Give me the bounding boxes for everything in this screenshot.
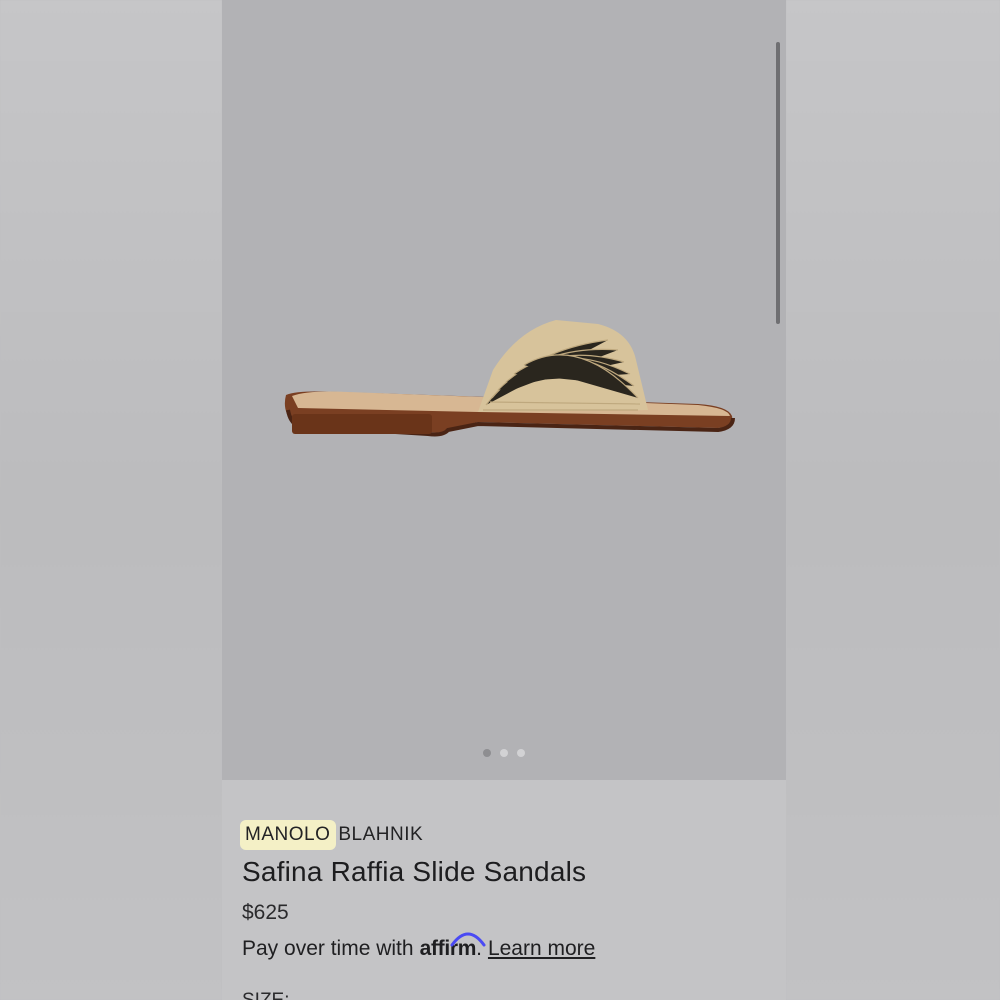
carousel-indicator: [222, 749, 786, 757]
product-image[interactable]: [278, 310, 738, 460]
product-page: MANOLO BLAHNIK Safina Raffia Slide Sanda…: [222, 0, 786, 1000]
background-blur-right: [786, 0, 1000, 1000]
carousel-dot-2[interactable]: [500, 749, 508, 757]
background-blur-left: [0, 0, 222, 1000]
carousel-dot-3[interactable]: [517, 749, 525, 757]
product-price: $625: [242, 901, 289, 924]
learn-more-link[interactable]: Learn more: [488, 937, 595, 961]
size-label: SIZE:: [242, 990, 290, 1000]
product-image-gallery[interactable]: [222, 0, 786, 780]
product-title: Safina Raffia Slide Sandals: [242, 856, 587, 887]
sandal-heel: [292, 414, 432, 434]
affirm-arc-icon: [450, 932, 486, 947]
brand-rest: BLAHNIK: [338, 824, 424, 845]
financing-message: Pay over time with affirm . Learn more: [242, 932, 595, 961]
carousel-dot-1[interactable]: [483, 749, 491, 757]
scrollbar[interactable]: [776, 42, 780, 324]
brand-name[interactable]: MANOLO BLAHNIK: [240, 820, 423, 850]
affirm-logo: affirm: [420, 932, 486, 961]
financing-prefix: Pay over time with: [242, 937, 414, 960]
brand-highlight: MANOLO: [240, 820, 337, 850]
product-info: MANOLO BLAHNIK Safina Raffia Slide Sanda…: [222, 780, 786, 1000]
